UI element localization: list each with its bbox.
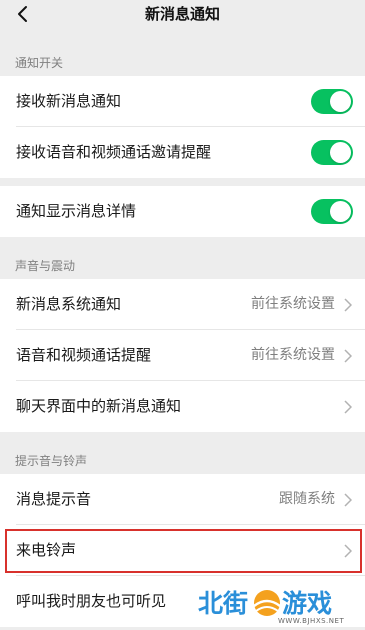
chevron-right-icon — [344, 493, 352, 507]
chevron-right-icon — [344, 298, 352, 312]
row-receive-new-messages: 接收新消息通知 — [0, 76, 365, 127]
row-message-tone[interactable]: 消息提示音 跟随系统 — [0, 474, 365, 525]
row-label: 聊天界面中的新消息通知 — [16, 397, 182, 415]
chevron-right-icon — [344, 349, 352, 363]
row-label: 接收语音和视频通话邀请提醒 — [16, 143, 212, 161]
row-receive-call-invites: 接收语音和视频通话邀请提醒 — [0, 127, 365, 178]
sun-logo-icon — [253, 590, 281, 616]
section-header-sound-vibration: 声音与震动 — [15, 259, 76, 273]
watermark-url: WWW.BJHXS.NET — [278, 617, 345, 625]
row-value: 前往系统设置 — [251, 347, 335, 363]
row-label: 呼叫我时朋友也可听见 — [16, 592, 167, 610]
row-value: 前往系统设置 — [251, 296, 335, 312]
show-message-details-toggle[interactable] — [311, 199, 353, 224]
nav-bar: 新消息通知 — [0, 0, 365, 34]
watermark-text-left: 北街 — [198, 589, 249, 618]
row-label: 语音和视频通话提醒 — [16, 346, 152, 364]
watermark-text-right: 游戏 — [282, 589, 333, 618]
row-ringtone[interactable]: 来电铃声 — [0, 525, 365, 576]
row-chat-notification[interactable]: 聊天界面中的新消息通知 — [0, 381, 365, 432]
section-header-tone-ringtone: 提示音与铃声 — [15, 454, 88, 468]
row-label: 消息提示音 — [16, 490, 92, 508]
section-header-notify-switch: 通知开关 — [15, 56, 64, 70]
row-label: 接收新消息通知 — [16, 92, 122, 110]
chevron-right-icon — [344, 400, 352, 414]
chevron-right-icon — [344, 544, 352, 558]
row-label: 新消息系统通知 — [16, 295, 122, 313]
row-value: 跟随系统 — [279, 491, 335, 507]
row-label: 来电铃声 — [16, 541, 77, 559]
page-title: 新消息通知 — [144, 5, 220, 23]
toggle-knob — [330, 91, 351, 112]
watermark: 北街 游戏 WWW.BJHXS.NET — [196, 582, 361, 628]
row-label: 通知显示消息详情 — [16, 202, 137, 220]
toggle-knob — [330, 201, 351, 222]
row-show-message-details: 通知显示消息详情 — [0, 186, 365, 237]
row-system-notification[interactable]: 新消息系统通知 前往系统设置 — [0, 279, 365, 330]
receive-call-invites-toggle[interactable] — [311, 140, 353, 165]
toggle-knob — [330, 142, 351, 163]
row-call-alert[interactable]: 语音和视频通话提醒 前往系统设置 — [0, 330, 365, 381]
receive-new-messages-toggle[interactable] — [311, 89, 353, 114]
